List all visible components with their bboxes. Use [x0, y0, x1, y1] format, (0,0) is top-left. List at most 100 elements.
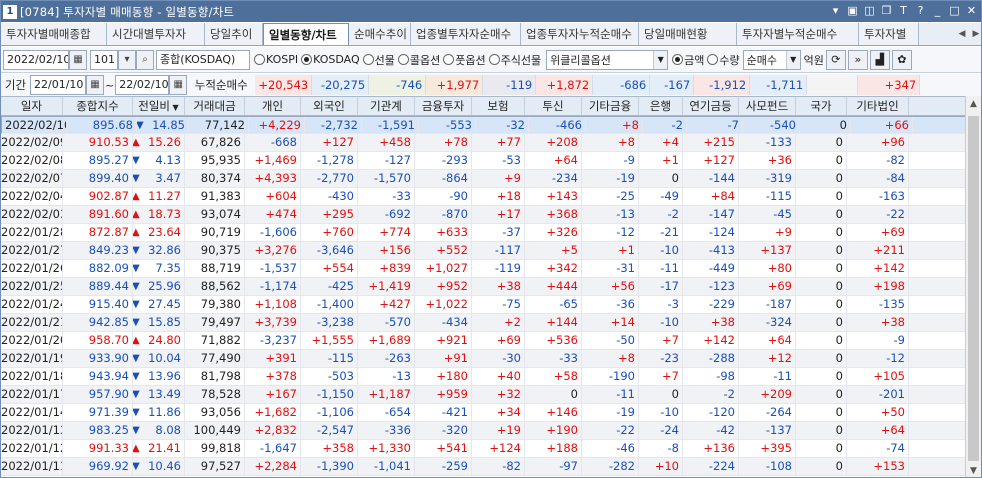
window-copy-icon[interactable]: ❐ [879, 3, 894, 18]
radio-market-5[interactable]: 주식선물 [488, 52, 541, 68]
cell-0-6: -2,732 [305, 116, 362, 134]
column-header-5[interactable]: 외국인 [301, 97, 358, 115]
scroll-down-icon[interactable]: ▼ [966, 463, 981, 477]
radio-market-2[interactable]: 선물 [362, 52, 395, 68]
tab-7[interactable]: 당일매매현황 [639, 23, 737, 45]
help-icon[interactable]: ? [913, 3, 928, 18]
net-buy-select[interactable]: 순매수 ▼ [742, 49, 801, 70]
cell-14-13: -98 [683, 368, 739, 385]
column-header-7[interactable]: 금융투자 [415, 97, 472, 115]
table-row[interactable]: 2022/01/20958.70▲ 24.80 71,882-3,237+1,555… [1, 332, 981, 350]
column-header-12[interactable]: 연기금등 [683, 97, 739, 115]
column-header-1[interactable]: 종합지수 [63, 97, 133, 115]
period-to-input[interactable]: 22/02/10 [115, 75, 170, 95]
weekly-option-select[interactable]: 위클리콜옵션 ▼ [546, 49, 669, 70]
market-radio-group: KOSPI KOSDAQ 선물 콜옵션 풋옵션 주식선물 [254, 52, 544, 68]
calendar-icon[interactable]: ▦ [69, 49, 87, 70]
table-row[interactable]: 2022/01/13983.25▼ 8.08 100,449+2,832-2,547… [1, 422, 981, 440]
column-header-6[interactable]: 기관계 [358, 97, 415, 115]
table-row[interactable]: 2022/01/24915.40▼ 27.45 79,380+1,108-1,400… [1, 296, 981, 314]
tab-next-icon[interactable]: ▶ [969, 23, 981, 45]
cell-13-12: -23 [639, 350, 683, 367]
calendar-to-icon[interactable]: ▦ [169, 75, 188, 95]
minimize-icon[interactable]: _ [930, 3, 945, 18]
cell-9-5: -1,174 [245, 278, 301, 295]
cell-19-4: 97,527 [185, 458, 245, 475]
table-row[interactable]: 2022/01/27849.23▼ 32.86 90,375+3,276-3,646… [1, 242, 981, 260]
code-dropdown-icon[interactable]: ▾ [118, 49, 136, 70]
column-header-8[interactable]: 보험 [472, 97, 525, 115]
font-size-icon[interactable]: T [896, 3, 911, 18]
table-row[interactable]: 2022/01/19933.90▼ 10.04 77,490+391-115-263… [1, 350, 981, 368]
table-row[interactable]: 2022/02/08895.27▼4.1395,935+1,469-1,278-… [1, 152, 981, 170]
column-header-11[interactable]: 은행 [639, 97, 683, 115]
tab-2[interactable]: 당일추이 [205, 23, 263, 45]
tab-0[interactable]: 투자자별매매종합 [1, 23, 107, 45]
tab-1[interactable]: 시간대별투자자 [107, 23, 205, 45]
column-header-10[interactable]: 기타금융 [582, 97, 639, 115]
tab-9[interactable]: 투자자별 [859, 23, 919, 45]
dropdown-icon[interactable]: ▾ [828, 3, 843, 18]
table-row[interactable]: 2022/01/12991.33▲21.4199,818-1,647+358+1… [1, 440, 981, 458]
table-row[interactable]: 2022/01/28872.87▲ 23.64 90,719-1,606+760+7… [1, 224, 981, 242]
table-row[interactable]: 2022/01/14971.39▼ 11.86 93,056+1,682-1,106… [1, 404, 981, 422]
column-header-14[interactable]: 국가 [796, 97, 847, 115]
chart-icon[interactable]: ▟ [869, 49, 890, 70]
column-header-0[interactable]: 일자 [1, 97, 63, 115]
radio-market-0[interactable]: KOSPI [254, 52, 298, 68]
search-icon[interactable]: ⌕ [136, 49, 154, 70]
cell-17-10: +190 [525, 422, 582, 439]
vertical-scrollbar[interactable]: ▲ ▼ [965, 96, 981, 477]
calendar-from-icon[interactable]: ▦ [86, 75, 104, 95]
table-row[interactable]: 2022/01/17957.90▼ 13.49 78,528+167-1,150+1… [1, 386, 981, 404]
cell-1-11: +8 [582, 134, 639, 151]
change-value: 10.04 [148, 351, 181, 365]
close-icon[interactable]: ✕ [964, 3, 979, 18]
tab-5[interactable]: 업종별투자자순매수 [411, 23, 521, 45]
table-row[interactable]: 2022/02/07899.40▼3.4780,374+4,393-2,770-… [1, 170, 981, 188]
table-row[interactable]: 2022/01/25889.44▼25.9688,562-1,174-425+1… [1, 278, 981, 296]
radio-market-4[interactable]: 풋옵션 [443, 52, 486, 68]
column-header-3[interactable]: 거래대금 [185, 97, 245, 115]
code-input[interactable]: 101 [90, 49, 118, 70]
table-row[interactable]: 2022/01/11969.92▼10.4697,527+2,284-1,390… [1, 458, 981, 476]
radio-amount[interactable]: 금액 [672, 52, 704, 68]
tab-6[interactable]: 업종투자자누적순매수 [521, 23, 639, 45]
column-header-9[interactable]: 투신 [525, 97, 582, 115]
table-row[interactable]: 2022/01/18943.94▼13.9681,798+378-503-13+… [1, 368, 981, 386]
tab-4[interactable]: 순매수추이 [349, 23, 411, 45]
refresh-icon[interactable]: ⟳ [825, 49, 846, 70]
scroll-up-icon[interactable]: ▲ [966, 96, 981, 112]
table-row[interactable]: 2022/02/03891.60▲ 18.73 93,074+474+295-692… [1, 206, 981, 224]
column-header-13[interactable]: 사모펀드 [739, 97, 796, 115]
column-header-2[interactable]: 전일비 ▼ [133, 97, 185, 115]
maximize-icon[interactable]: □ [947, 3, 962, 18]
tab-8[interactable]: 투자자별누적순매수 [737, 23, 859, 45]
period-from-input[interactable]: 22/01/10 [30, 75, 86, 95]
date-input[interactable]: 2022/02/10 [3, 49, 69, 70]
cumulative-sum-2: -746 [369, 75, 427, 95]
cell-14-9: +40 [472, 368, 525, 385]
cell-11-0: 2022/01/21 [1, 314, 63, 331]
cell-12-8: +921 [415, 332, 472, 349]
tab-3[interactable]: 일별동향/차트 [263, 23, 349, 45]
sort-arrow-icon[interactable]: ▼ [170, 103, 179, 112]
table-row[interactable]: 2022/02/04902.87▲11.2791,383+604-430-33-… [1, 188, 981, 206]
gear-icon[interactable]: ✿ [891, 49, 912, 70]
change-value: 13.49 [148, 387, 181, 401]
next-page-icon[interactable]: » [847, 49, 868, 70]
cell-3-16: -84 [847, 170, 909, 187]
radio-market-1[interactable]: KOSDAQ [301, 52, 360, 68]
column-header-4[interactable]: 개인 [245, 97, 301, 115]
tab-prev-icon[interactable]: ◀ [955, 23, 969, 45]
split-icon[interactable]: ◫ [862, 3, 877, 18]
radio-market-3[interactable]: 콜옵션 [397, 52, 440, 68]
table-row[interactable]: 2022/02/10895.68▼ 14.85 77,142+4,229-2,732… [1, 116, 981, 134]
radio-quantity[interactable]: 수량 [707, 52, 740, 68]
save-icon[interactable]: ▣ [845, 3, 860, 18]
column-header-15[interactable]: 기타법인 [847, 97, 909, 115]
table-row[interactable]: 2022/01/21942.85▼ 15.85 79,497+3,739-3,238… [1, 314, 981, 332]
table-row[interactable]: 2022/02/09910.53▲ 15.26 67,826-668+127+458… [1, 134, 981, 152]
table-row[interactable]: 2022/01/26882.09▼ 7.35 88,719-1,537+554+83… [1, 260, 981, 278]
scroll-thumb[interactable] [968, 116, 979, 461]
